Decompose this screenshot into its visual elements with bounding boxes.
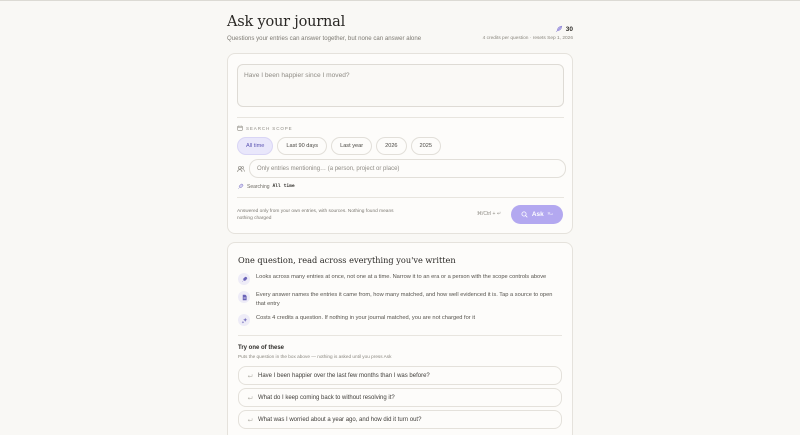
feature-item: Every answer names the entries it came f… [238,291,556,308]
scope-chip-last-year[interactable]: Last year [331,137,373,155]
credits-badge: 30 [555,25,573,33]
main-content: Ask your journal Questions your entries … [227,0,573,435]
ask-button-kbd: ⌘↵ [547,212,554,217]
example-prompt-text: What was I worried about a year ago, and… [258,416,422,423]
feature-icon-wrap [238,291,250,303]
feather-icon [555,25,562,32]
scope-chip-all-time[interactable]: All time [237,137,274,155]
example-prompt[interactable]: What do I keep coming back to without re… [238,388,562,407]
scope-chip-2025[interactable]: 2025 [410,137,441,155]
page-header: Ask your journal Questions your entries … [227,0,573,52]
sparkle-icon [241,317,247,323]
return-arrow-icon [247,373,253,378]
scope-chips: All time Last 90 days Last year 2026 202… [237,137,441,155]
rocket-icon [238,183,244,189]
calendar-icon [237,125,243,131]
ask-button-label: Ask [531,211,544,218]
search-icon [521,211,528,218]
cost-note: 4 credits per question · resets Sep 1, 2… [482,36,573,41]
example-prompt[interactable]: Have I been happier over the last few mo… [238,366,562,385]
info-card-title: One question, read across everything you… [238,255,456,265]
page-subtitle: Questions your entries can answer togeth… [227,35,422,42]
scope-chip-last-90-days[interactable]: Last 90 days [277,137,328,155]
divider [238,335,562,336]
question-placeholder: Have I been happier since I moved? [244,72,350,79]
ask-button[interactable]: Ask ⌘↵ [511,205,563,224]
people-icon [237,165,245,172]
divider [237,117,564,118]
try-title: Try one of these [238,345,285,351]
searching-status: Searching All time [237,183,295,190]
page-title: Ask your journal [227,14,346,30]
scope-label-text: SEARCH SCOPE [246,125,293,131]
answered-note: Answered only from your own entries, wit… [237,209,394,221]
question-input[interactable]: Have I been happier since I moved? [237,64,564,107]
document-icon [242,294,247,300]
credit-count: 30 [565,25,573,33]
feature-item: Looks across many entries at once, not o… [238,273,556,285]
keyboard-shortcut: ⌘/Ctrl + ↵ [477,211,502,217]
example-prompt[interactable]: What was I worried about a year ago, and… [238,410,562,429]
ask-card: Have I been happier since I moved? SEARC… [227,53,573,234]
divider [237,197,564,198]
try-subtitle: Puts the question in the box above — not… [238,354,392,359]
feature-item: Costs 4 credits a question. If nothing i… [238,314,556,326]
feature-icon-wrap [238,314,250,326]
scope-label: SEARCH SCOPE [237,125,293,131]
feature-icon-wrap [238,273,250,285]
feature-text: Costs 4 credits a question. If nothing i… [256,315,476,321]
example-prompt-text: Have I been happier over the last few mo… [258,372,430,379]
searching-value: All time [272,184,295,189]
person-filter-input[interactable]: Only entries mentioning… (a person, proj… [249,159,566,178]
scope-chip-2026[interactable]: 2026 [376,137,407,155]
feature-text: Looks across many entries at once, not o… [256,274,547,280]
example-prompt-text: What do I keep coming back to without re… [258,394,395,401]
return-arrow-icon [247,417,253,422]
searching-prefix: Searching [247,183,270,190]
feature-text: Every answer names the entries it came f… [256,292,553,307]
rocket-icon [241,276,247,282]
info-card: One question, read across everything you… [227,242,573,435]
person-filter-row: Only entries mentioning… (a person, proj… [237,159,566,178]
return-arrow-icon [247,395,253,400]
